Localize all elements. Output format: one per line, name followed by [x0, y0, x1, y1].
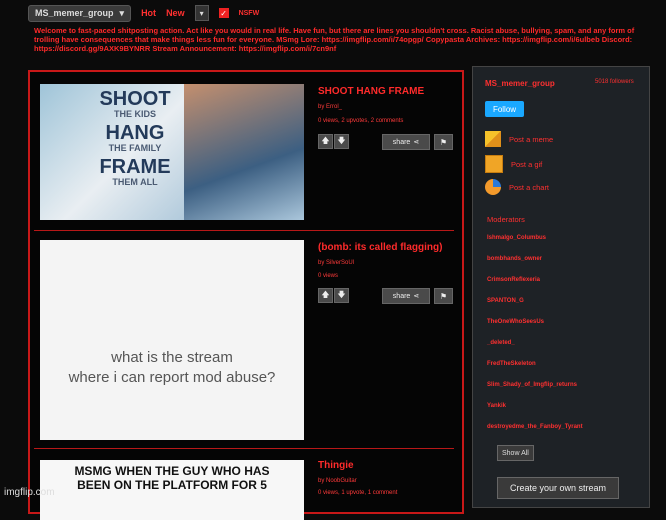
- post-chart-label: Post a chart: [509, 182, 550, 192]
- moderator-link[interactable]: TheOneWhoSeesUs: [487, 319, 544, 325]
- moderator-link[interactable]: CrimsonReflexeria: [487, 277, 540, 283]
- moderator-link[interactable]: destroyedme_the_Fanboy_Tyrant: [487, 424, 583, 430]
- post-author[interactable]: by NoobGuitar: [318, 478, 357, 484]
- meme-icon: [485, 131, 501, 147]
- share-label: share: [392, 292, 411, 300]
- meme-text: THEM ALL: [112, 177, 158, 187]
- share-button[interactable]: share ⋖: [382, 288, 430, 304]
- post-card: SHOOT THE KIDS HANG THE FAMILY FRAME THE…: [36, 80, 456, 226]
- upvote-button[interactable]: 🡅: [318, 288, 333, 303]
- post-title[interactable]: SHOOT HANG FRAME: [318, 86, 424, 97]
- post-feed: SHOOT THE KIDS HANG THE FAMILY FRAME THE…: [28, 70, 464, 520]
- share-icon: ⋖: [413, 139, 420, 146]
- tab-hot[interactable]: Hot: [141, 8, 156, 18]
- meme-text: SHOOT: [99, 88, 171, 110]
- gif-icon: [485, 155, 503, 173]
- post-card: what is the stream where i can report mo…: [36, 236, 456, 446]
- post-thumbnail[interactable]: SHOOT THE KIDS HANG THE FAMILY FRAME THE…: [40, 84, 304, 220]
- moderator-link[interactable]: Slim_Shady_of_Imgflip_returns: [487, 382, 577, 388]
- downvote-button[interactable]: 🡇: [334, 134, 349, 149]
- post-gif-label: Post a gif: [511, 159, 543, 169]
- moderator-link[interactable]: Ishmalgo_Columbus: [487, 235, 546, 241]
- create-stream-button[interactable]: Create your own stream: [497, 477, 619, 499]
- stream-selector[interactable]: MS_memer_group ▾: [28, 4, 132, 22]
- divider: [34, 448, 454, 449]
- chevron-down-icon: ▾: [119, 7, 125, 18]
- moderator-link[interactable]: Yankik: [487, 403, 506, 409]
- post-stats: 0 views, 2 upvotes, 2 comments: [318, 118, 404, 124]
- meme-text: HANG: [105, 122, 165, 144]
- stream-sidebar: MS_memer_group 5018 followers Follow Pos…: [472, 66, 650, 508]
- post-chart-link[interactable]: Post a chart: [485, 179, 549, 195]
- tab-new[interactable]: New: [166, 8, 185, 18]
- share-label: share: [392, 138, 411, 146]
- meme-text: BEEN ON THE PLATFORM FOR 5: [77, 478, 267, 492]
- top-bar: MS_memer_group ▾ Hot New ▾ ✓ NSFW: [28, 4, 259, 22]
- moderator-link[interactable]: SPANTON_G: [487, 298, 524, 304]
- sort-dropdown[interactable]: ▾: [194, 5, 209, 21]
- moderator-link[interactable]: bombhands_owner: [487, 256, 542, 262]
- stream-description: Welcome to fast-paced shitposting action…: [34, 26, 635, 53]
- moderators-heading: Moderators: [487, 215, 525, 224]
- post-gif-link[interactable]: Post a gif: [485, 155, 542, 173]
- post-meme-label: Post a meme: [509, 134, 554, 144]
- downvote-button[interactable]: 🡇: [334, 288, 349, 303]
- meme-text: THE KIDS: [113, 109, 156, 119]
- follow-button[interactable]: Follow: [485, 101, 524, 117]
- stream-selector-label: MS_memer_group: [35, 8, 114, 18]
- upvote-button[interactable]: 🡅: [318, 134, 333, 149]
- show-all-button[interactable]: Show All: [497, 445, 534, 461]
- post-title[interactable]: Thingie: [318, 460, 354, 471]
- share-button[interactable]: share ⋖: [382, 134, 430, 150]
- post-author[interactable]: by SilverSoUl: [318, 260, 354, 266]
- post-stats: 0 views: [318, 273, 339, 279]
- divider: [34, 230, 454, 231]
- post-stats: 0 views, 1 upvote, 1 comment: [318, 490, 398, 496]
- meme-text: THE FAMILY: [108, 143, 162, 153]
- post-meme-link[interactable]: Post a meme: [485, 131, 553, 147]
- post-thumbnail[interactable]: MSMG WHEN THE GUY WHO HAS BEEN ON THE PL…: [40, 460, 304, 520]
- moderator-link[interactable]: FredTheSkeleton: [487, 361, 536, 367]
- flag-button[interactable]: ⚑: [434, 288, 453, 304]
- nsfw-checkbox[interactable]: ✓: [218, 8, 229, 18]
- post-card: MSMG WHEN THE GUY WHO HAS BEEN ON THE PL…: [36, 454, 456, 520]
- share-icon: ⋖: [413, 293, 420, 300]
- meme-text: what is the stream: [111, 349, 233, 366]
- flag-button[interactable]: ⚑: [434, 134, 453, 150]
- follower-count: 5018 followers: [595, 79, 634, 85]
- meme-text: MSMG WHEN THE GUY WHO HAS: [74, 464, 270, 478]
- meme-text: FRAME: [99, 156, 171, 178]
- sidebar-stream-name[interactable]: MS_memer_group: [485, 79, 555, 88]
- post-thumbnail[interactable]: what is the stream where i can report mo…: [40, 240, 304, 440]
- nsfw-label: NSFW: [238, 9, 260, 17]
- moderator-link[interactable]: _deleted_: [487, 340, 515, 346]
- chart-icon: [485, 179, 501, 195]
- post-author[interactable]: by Errol_: [318, 104, 342, 110]
- meme-text: where i can report mod abuse?: [68, 369, 276, 386]
- imgflip-watermark: imgflip.com: [4, 487, 55, 498]
- post-title[interactable]: (bomb: its called flagging): [318, 242, 442, 253]
- family-photo: [184, 84, 304, 220]
